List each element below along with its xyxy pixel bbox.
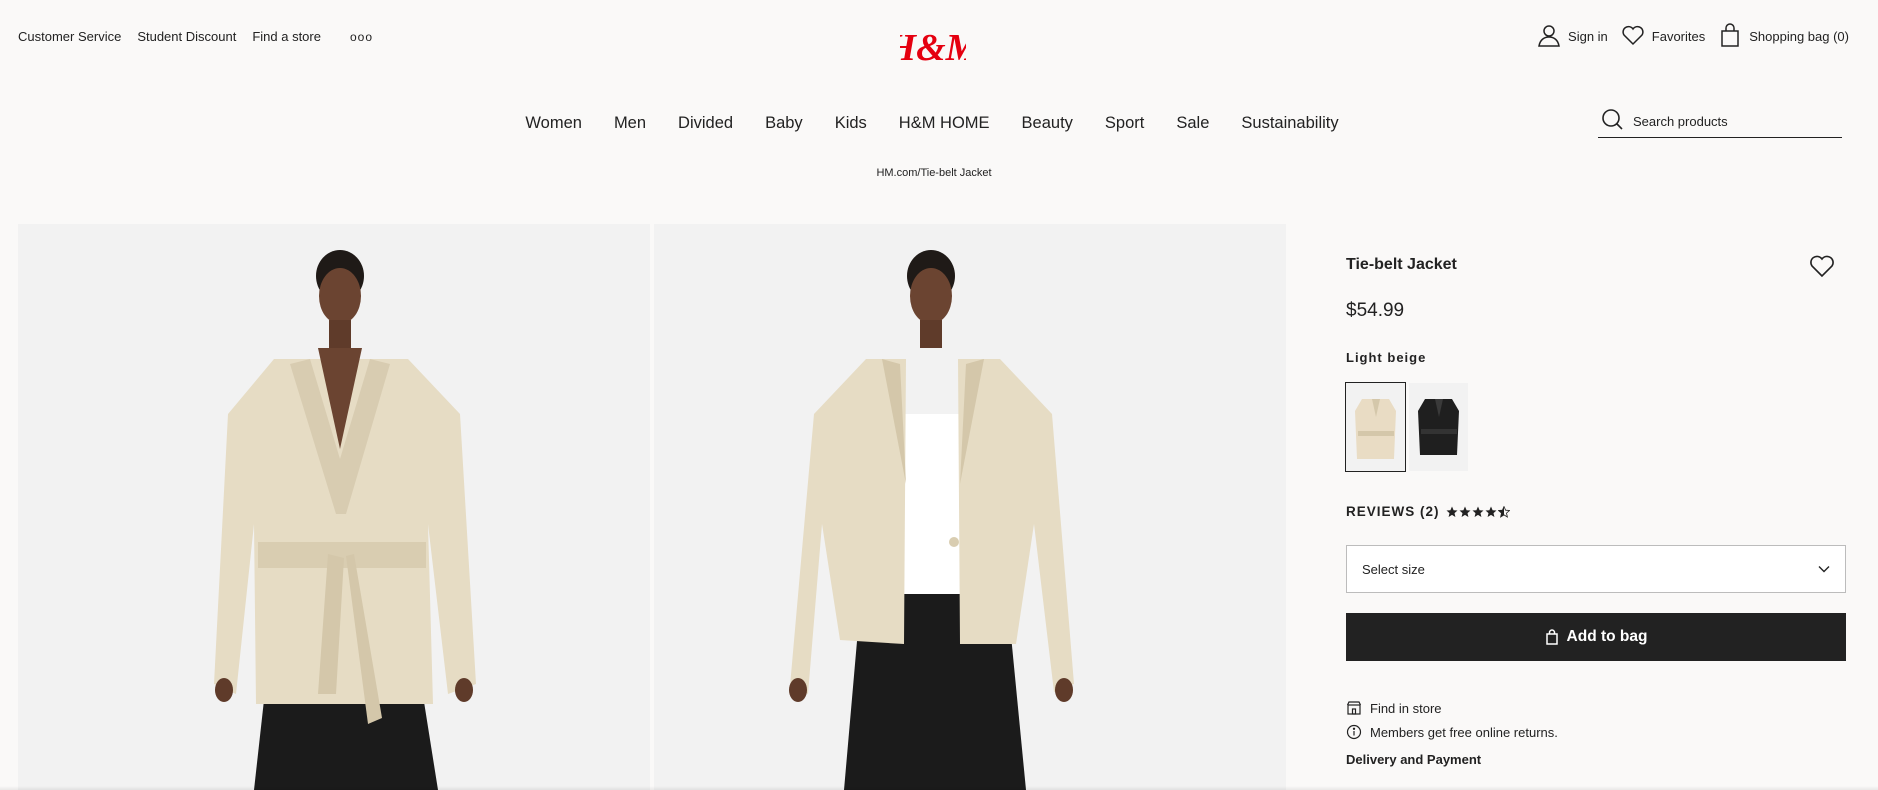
account-links: Sign in Favorites Shopping bag (0) [1524, 22, 1849, 51]
main-navigation: Women Men Divided Baby Kids H&M HOME Bea… [0, 114, 1878, 133]
size-select[interactable]: Select size [1346, 545, 1846, 593]
members-returns-label: Members get free online returns. [1370, 724, 1558, 740]
nav-kids[interactable]: Kids [835, 114, 867, 133]
selected-color-name: Light beige [1346, 350, 1427, 365]
star-icon [1459, 506, 1471, 517]
search-bar [1598, 106, 1842, 138]
nav-sustainability[interactable]: Sustainability [1241, 114, 1338, 133]
nav-men[interactable]: Men [614, 114, 646, 133]
search-icon[interactable] [1600, 107, 1624, 136]
breadcrumb[interactable]: HM.com/Tie-belt Jacket [0, 167, 1868, 179]
sign-in-link[interactable]: Sign in [1536, 22, 1608, 51]
nav-sale[interactable]: Sale [1176, 114, 1209, 133]
nav-hm-home[interactable]: H&M HOME [899, 114, 990, 133]
add-to-bag-label: Add to bag [1566, 628, 1648, 645]
model-illustration-open [654, 224, 1286, 790]
hm-logo[interactable]: H&M [886, 24, 981, 70]
bag-icon [1717, 22, 1743, 51]
product-image-front[interactable] [18, 224, 650, 790]
swatch-light-beige[interactable] [1345, 382, 1406, 472]
add-to-favorites-button[interactable] [1807, 250, 1837, 280]
chevron-down-icon [1818, 566, 1830, 573]
reviews-link[interactable]: REVIEWS (2) [1346, 504, 1510, 519]
swatch-light-beige-image [1346, 383, 1405, 471]
product-price: $54.99 [1346, 300, 1405, 321]
product-details: Tie-belt Jacket $54.99 Light beige REVIE… [1345, 255, 1846, 767]
bag-icon [1545, 629, 1558, 645]
shopping-bag-label: Shopping bag (0) [1749, 29, 1849, 44]
nav-beauty[interactable]: Beauty [1022, 114, 1073, 133]
star-icon [1446, 506, 1458, 517]
reviews-label: REVIEWS (2) [1346, 504, 1440, 519]
nav-sport[interactable]: Sport [1105, 114, 1144, 133]
product-image-open[interactable] [654, 224, 1286, 790]
rating-stars [1446, 505, 1510, 518]
members-returns-note: Members get free online returns. [1346, 724, 1558, 740]
customer-service-link[interactable]: Customer Service [18, 29, 121, 45]
hm-logo-mark: H&M [886, 27, 981, 69]
nav-baby[interactable]: Baby [765, 114, 803, 133]
find-in-store-label: Find in store [1370, 700, 1442, 716]
add-to-bag-button[interactable]: Add to bag [1346, 613, 1846, 661]
user-icon [1536, 22, 1562, 51]
nav-women[interactable]: Women [525, 114, 582, 133]
swatch-black[interactable] [1409, 383, 1468, 471]
nav-divided[interactable]: Divided [678, 114, 733, 133]
bottom-edge-shadow [0, 786, 1878, 790]
find-a-store-link[interactable]: Find a store [252, 29, 321, 45]
more-menu-button[interactable]: ooo [350, 29, 373, 45]
product-title: Tie-belt Jacket [1346, 256, 1457, 273]
student-discount-link[interactable]: Student Discount [137, 29, 236, 45]
swatch-black-image [1409, 383, 1468, 471]
search-input[interactable] [1633, 114, 1833, 129]
logo-text: H&M [900, 27, 966, 69]
star-half-icon [1497, 505, 1510, 518]
heart-icon [1620, 22, 1646, 51]
sign-in-label: Sign in [1568, 29, 1608, 44]
color-swatches [1345, 382, 1468, 472]
shopping-bag-link[interactable]: Shopping bag (0) [1717, 22, 1849, 51]
info-icon [1346, 724, 1362, 740]
star-icon [1485, 506, 1497, 517]
star-icon [1472, 506, 1484, 517]
favorites-label: Favorites [1651, 29, 1706, 44]
find-in-store-link[interactable]: Find in store [1346, 700, 1442, 716]
delivery-and-payment-link[interactable]: Delivery and Payment [1346, 752, 1481, 767]
heart-icon [1810, 255, 1834, 278]
utility-links: Customer Service Student Discount Find a… [18, 29, 373, 45]
favorites-link[interactable]: Favorites [1620, 22, 1705, 51]
store-icon [1346, 701, 1362, 715]
model-illustration-front [18, 224, 650, 790]
size-select-label: Select size [1362, 561, 1425, 577]
